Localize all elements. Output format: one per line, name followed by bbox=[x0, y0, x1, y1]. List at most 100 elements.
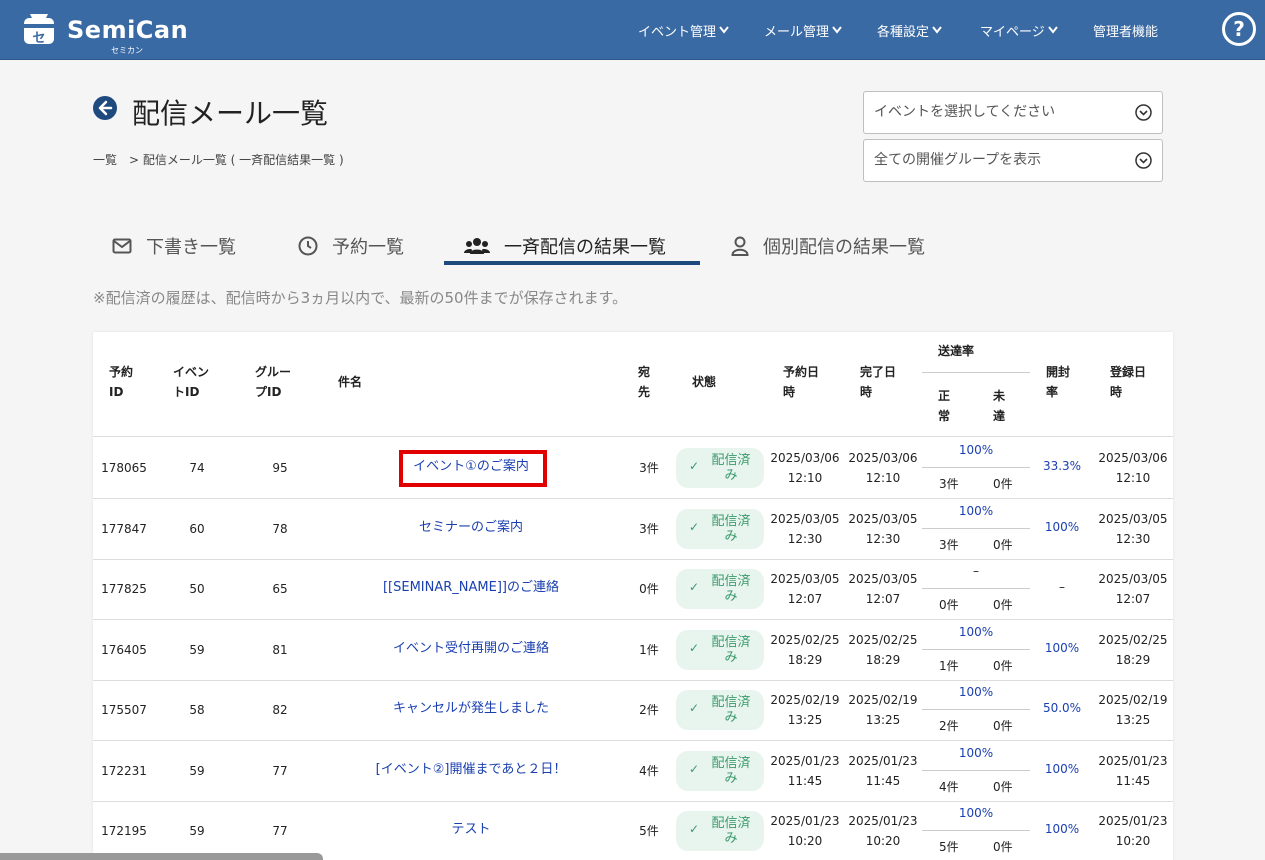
check-icon: ✓ bbox=[689, 701, 700, 715]
table-row: 177847 60 78 セミナーのご案内 3件 ✓ 配信済み 2025/03/05 12:30… bbox=[93, 499, 1173, 560]
cell-event-id: 74 bbox=[189, 461, 205, 475]
cell-undelivered-count: 0件 bbox=[993, 537, 1013, 552]
rate-divider bbox=[922, 830, 1030, 831]
cell-open-rate: 100% bbox=[1044, 519, 1080, 534]
th-divider bbox=[922, 372, 1030, 373]
rate-divider bbox=[922, 709, 1030, 710]
cell-reg-date: 2025/03/05 12:07 bbox=[1098, 572, 1168, 606]
tab-bulk-results[interactable]: 一斉配信の結果一覧 bbox=[464, 228, 666, 264]
th-status: 状態 bbox=[692, 375, 717, 389]
user-icon bbox=[731, 236, 749, 256]
top-navbar: セ SemiCan セミカン イベント管理 メール管理 各種設定 マイページ 管… bbox=[0, 0, 1265, 60]
cell-destination: 1件 bbox=[639, 642, 659, 657]
cell-group-id: 78 bbox=[272, 521, 288, 536]
delivery-rate: 100% bbox=[958, 443, 994, 457]
help-icon[interactable]: ? bbox=[1222, 12, 1256, 46]
logo-icon: セ bbox=[22, 14, 56, 46]
cell-undelivered-count: 0件 bbox=[993, 477, 1013, 491]
subject-link[interactable]: [イベント②]開催まであと２日！ bbox=[321, 760, 621, 780]
cell-reg-date: 2025/02/25 18:29 bbox=[1098, 632, 1168, 667]
status-bar bbox=[0, 853, 323, 860]
table-row: 178065 74 95 イベント①のご案内 3件 ✓ 配信済み 2025/03/06 12:1… bbox=[93, 438, 1173, 499]
nav-admin[interactable]: 管理者機能 bbox=[1093, 0, 1158, 60]
event-select-value: イベントを選択してください bbox=[874, 104, 1056, 120]
th-delivery-rate: 送達率 bbox=[938, 344, 975, 358]
cell-destination: 3件 bbox=[639, 521, 659, 536]
cell-group-id: 65 bbox=[272, 582, 288, 596]
status-badge: ✓ 配信済み bbox=[676, 448, 764, 488]
users-icon bbox=[464, 238, 490, 254]
nav-label: マイページ bbox=[980, 24, 1045, 40]
subject-link[interactable]: キャンセルが発生しました bbox=[321, 699, 621, 719]
nav-mail-management[interactable]: メール管理 bbox=[764, 0, 842, 60]
cell-open-rate: 50.0% bbox=[1042, 701, 1082, 715]
cell-event-id: 60 bbox=[189, 521, 205, 536]
tab-individual-results[interactable]: 個別配信の結果一覧 bbox=[731, 228, 925, 264]
status-badge: ✓ 配信済み bbox=[676, 508, 764, 549]
cell-group-id: 77 bbox=[272, 824, 288, 838]
table-row: 172195 59 77 テスト 5件 ✓ 配信済み 2025/01/23 10:20 2025/… bbox=[93, 801, 1173, 860]
cell-reserve-id: 178065 bbox=[101, 461, 147, 475]
table-header: 予約 ID イベン トID グルー プID 件名 宛先 状態 予約日時 完了日時 送達… bbox=[93, 332, 1173, 437]
cell-reg-date: 2025/01/23 10:20 bbox=[1098, 814, 1168, 848]
cell-reg-date: 2025/02/19 13:25 bbox=[1098, 693, 1168, 727]
cell-reserve-id: 177847 bbox=[101, 521, 147, 536]
table-row: 172231 59 77 [イベント②]開催まであと２日！ 4件 ✓ 配信済み 2025/01… bbox=[93, 741, 1173, 802]
chevron-down-icon bbox=[719, 26, 729, 34]
subject-link[interactable]: テスト bbox=[321, 820, 621, 840]
cell-event-id: 50 bbox=[189, 582, 205, 596]
group-select-value: 全ての開催グループを表示 bbox=[874, 152, 1042, 168]
rate-divider bbox=[922, 588, 1030, 589]
check-icon: ✓ bbox=[689, 459, 700, 473]
highlight-box bbox=[399, 450, 547, 487]
nav-event-management[interactable]: イベント管理 bbox=[638, 0, 729, 60]
chevron-down-circle-icon bbox=[1135, 152, 1152, 169]
cell-reserve-id: 172231 bbox=[101, 763, 147, 778]
cell-reserve-date: 2025/01/23 10:20 bbox=[770, 814, 840, 848]
cell-reserve-date: 2025/03/06 12:10 bbox=[770, 451, 840, 485]
cell-destination: 4件 bbox=[639, 763, 659, 778]
th-event-id: イベン トID bbox=[173, 365, 210, 399]
logo-text: SemiCan bbox=[67, 16, 189, 44]
cell-reserve-id: 176405 bbox=[101, 642, 147, 657]
nav-mypage[interactable]: マイページ bbox=[980, 0, 1058, 60]
breadcrumb[interactable]: 一覧 > 配信メール一覧 ( 一斉配信結果一覧 ) bbox=[93, 151, 344, 168]
chevron-down-icon bbox=[932, 26, 942, 34]
check-icon: ✓ bbox=[689, 580, 700, 594]
cell-event-id: 58 bbox=[189, 703, 205, 717]
nav-settings[interactable]: 各種設定 bbox=[877, 0, 942, 60]
check-icon: ✓ bbox=[689, 761, 700, 776]
cell-destination: 3件 bbox=[639, 461, 659, 475]
cell-destination: 0件 bbox=[639, 582, 659, 596]
cell-reg-date: 2025/03/06 12:10 bbox=[1098, 451, 1168, 485]
th-reg-date: 登録日時 bbox=[1110, 365, 1147, 399]
cell-reserve-id: 175507 bbox=[101, 703, 147, 717]
nav-label: 管理者機能 bbox=[1093, 24, 1159, 40]
cell-done-date: 2025/03/05 12:30 bbox=[848, 511, 918, 546]
cell-destination: 5件 bbox=[639, 824, 659, 838]
cell-reserve-date: 2025/03/05 12:07 bbox=[770, 572, 840, 606]
subject-link[interactable]: イベント受付再開のご連絡 bbox=[321, 639, 621, 659]
rate-divider bbox=[922, 527, 1030, 529]
subject-link[interactable]: セミナーのご案内 bbox=[321, 518, 621, 538]
nav-label: イベント管理 bbox=[638, 24, 717, 40]
cell-done-date: 2025/02/19 13:25 bbox=[848, 693, 918, 727]
delivery-rate: 100% bbox=[958, 685, 994, 699]
active-tab-indicator bbox=[444, 261, 700, 265]
subject-link[interactable]: [[SEMINAR_NAME]]のご連絡 bbox=[321, 578, 621, 598]
cell-done-date: 2025/01/23 10:20 bbox=[848, 814, 918, 848]
status-badge: ✓ 配信済み bbox=[676, 811, 764, 851]
th-done-date: 完了日時 bbox=[860, 365, 897, 399]
back-arrow-icon[interactable] bbox=[93, 96, 117, 120]
group-select[interactable]: 全ての開催グループを表示 bbox=[863, 139, 1163, 182]
th-reserve-date: 予約日時 bbox=[783, 365, 820, 399]
tab-drafts[interactable]: 下書き一覧 bbox=[112, 228, 236, 264]
delivery-rate: 100% bbox=[958, 806, 994, 820]
tab-scheduled[interactable]: 予約一覧 bbox=[298, 228, 404, 264]
nav-label: メール管理 bbox=[764, 24, 830, 40]
svg-text:セ: セ bbox=[32, 31, 45, 46]
cell-open-rate: 100% bbox=[1044, 761, 1080, 776]
event-select[interactable]: イベントを選択してください bbox=[863, 91, 1163, 134]
logo[interactable]: セ SemiCan セミカン bbox=[20, 12, 188, 55]
tab-label: 一斉配信の結果一覧 bbox=[504, 237, 666, 258]
